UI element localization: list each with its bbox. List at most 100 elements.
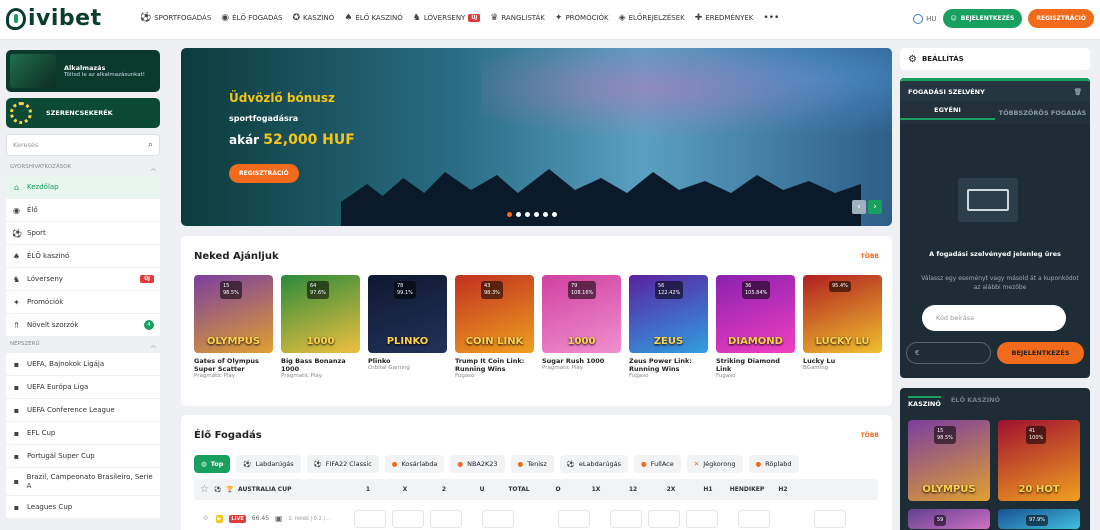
odd-button[interactable] <box>686 509 719 528</box>
hero-banner[interactable]: Üdvözlő bónusz sportfogadásra akár 52,00… <box>181 48 892 226</box>
sidebar-item[interactable]: ♞ Lóverseny ÚJ <box>6 268 160 291</box>
logo[interactable]: ivibet <box>6 6 102 31</box>
game-card[interactable]: 79 108.16% 1000 Sugar Rush 1000 Pragmatic Pl… <box>542 275 621 380</box>
sidebar-item-label: Portugál Super Cup <box>27 452 95 460</box>
sidebar-item[interactable]: ▪ Portugál Super Cup <box>6 445 160 468</box>
chevron-right-icon[interactable]: › <box>868 200 882 214</box>
sidebar-item[interactable]: ▪ EFL Cup <box>6 422 160 445</box>
odd-button[interactable] <box>738 509 771 528</box>
popular-header[interactable]: NÉPSZERŰ ︿ <box>6 337 160 353</box>
nav-item-2[interactable]: ✪ KASZINÓ <box>292 13 334 23</box>
sidebar-item[interactable]: ◉ Élő <box>6 199 160 222</box>
live-badge-icon: LIVE <box>229 514 246 523</box>
nav-item-5[interactable]: ♛ RANGLISTÁK <box>490 13 545 23</box>
chevron-left-icon[interactable]: ‹ <box>852 200 866 214</box>
sidebar-item[interactable]: ⇑ Növelt szorzók 4 <box>6 314 160 337</box>
game-card[interactable]: 43 98.3% COIN LINK Trump It Coin Link: Runn… <box>455 275 534 380</box>
nav-item-0[interactable]: ⚽ SPORTFOGADÁS <box>140 13 211 23</box>
live-more-link[interactable]: TÖBB <box>861 432 879 439</box>
sport-pill-label: Jégkorong <box>703 460 736 468</box>
tab-single[interactable]: EGYÉNI <box>900 106 995 120</box>
tab-live-casino[interactable]: ÉLŐ KASZINÓ <box>951 396 1000 408</box>
betslip-login-button[interactable]: BEJELENTKEZÉS <box>997 342 1084 364</box>
odd-button[interactable] <box>558 509 591 528</box>
sport-pill[interactable]: ◍ Top <box>194 455 231 473</box>
rtp-value: 98.5% <box>937 435 953 441</box>
carousel-dot[interactable] <box>534 212 539 217</box>
nav-item-6[interactable]: ✦ PROMÓCIÓK <box>555 13 609 23</box>
game-card[interactable]: 95.4% LUCKY LU Lucky Lu BGaming <box>803 275 882 380</box>
odd-button[interactable] <box>814 509 847 528</box>
game-card[interactable]: 56 122.42% ZEUS Zeus Power Link: Running Wi… <box>629 275 708 380</box>
nav-item-7[interactable]: ◈ ELŐREJELZÉSEK <box>619 13 685 23</box>
quick-links-header[interactable]: GYORSHIVATKOZÁSOK ︿ <box>6 160 160 176</box>
pin-icon[interactable]: ✧ <box>202 514 210 524</box>
coupon-code-input[interactable]: Kód beírása <box>922 305 1066 331</box>
carousel-dot[interactable] <box>507 212 512 217</box>
odd-button[interactable] <box>482 509 515 528</box>
login-button[interactable]: ☺ BEJELENTKEZÉS <box>942 9 1023 28</box>
sidebar-item[interactable]: ▪ UEFA Európa Liga <box>6 376 160 399</box>
sport-pill[interactable]: ⚽ Labdarúgás <box>236 455 301 473</box>
nav-item-4[interactable]: ♞ LÓVERSENY ÚJ <box>413 13 481 23</box>
sport-pill-label: Röplabd <box>765 460 792 468</box>
tab-casino[interactable]: KASZINÓ <box>908 396 941 408</box>
settings-bar[interactable]: ⚙ BEÁLLÍTÁS <box>900 48 1090 70</box>
casino-game-tile[interactable]: 97.9% <box>998 509 1080 529</box>
trash-icon[interactable]: 🗑 <box>1074 88 1082 96</box>
banner-register-button[interactable]: REGISZTRÁCIÓ <box>229 164 299 183</box>
casino-game-tile[interactable]: 59 <box>908 509 990 529</box>
sidebar-item[interactable]: ▪ Brazil, Campeonato Brasileiro, Serie A <box>6 468 160 496</box>
app-promo-card[interactable]: Alkalmazás Töltsd le az alkalmazásunkat! <box>6 50 160 92</box>
sidebar-item[interactable]: ♠ ÉLŐ kaszinó <box>6 245 160 268</box>
nav-item-8[interactable]: ✚ EREDMÉNYEK <box>695 13 754 23</box>
game-provider: Fugaso <box>716 373 736 379</box>
casino-game-tile[interactable]: 41 100% 20 HOT <box>998 420 1080 501</box>
sport-pill[interactable]: ✕ Jégkorong <box>686 455 743 473</box>
fortune-wheel-card[interactable]: SZERENCSEKERÉK <box>6 98 160 128</box>
popular-list: ▪ UEFA, Bajnokok Ligája ▪ UEFA Európa Liga ▪… <box>6 353 160 519</box>
sidebar-item[interactable]: ▪ UEFA Conference League <box>6 399 160 422</box>
new-badge: ÚJ <box>468 14 481 22</box>
odd-button[interactable] <box>430 509 463 528</box>
odd-button[interactable] <box>648 509 681 528</box>
stake-input[interactable]: € <box>906 342 991 364</box>
game-card[interactable]: 64 97.6% 1000 Big Bass Bonanza 1000 Pragmati… <box>281 275 360 380</box>
sidebar-item[interactable]: ⌂ Kezdőlap <box>6 176 160 199</box>
sidebar-item[interactable]: ▪ UEFA, Bajnokok Ligája <box>6 353 160 376</box>
sidebar-item[interactable]: ▪ Leagues Cup <box>6 496 160 519</box>
odds-column-header: H2 <box>778 486 788 493</box>
recommended-more-link[interactable]: TÖBB <box>861 253 879 260</box>
star-icon[interactable]: ☆ <box>200 484 209 495</box>
odd-button[interactable] <box>392 509 425 528</box>
sidebar-item[interactable]: ✦ Promóciók <box>6 291 160 314</box>
match-row[interactable]: ✧ ▶ LIVE 66:45 ▣ 2. félidő | 0:2 (... <box>194 507 878 530</box>
sport-pill[interactable]: ● FullAce <box>634 455 681 473</box>
sidebar-search[interactable]: Keresés ⌕ <box>6 134 160 156</box>
nav-item-3[interactable]: ♠ ÉLŐ KASZINÓ <box>344 13 402 23</box>
sport-pill[interactable]: ● Kosárlabda <box>384 455 445 473</box>
carousel-dot[interactable] <box>525 212 530 217</box>
odd-button[interactable] <box>610 509 643 528</box>
language-selector[interactable]: HU <box>913 13 937 24</box>
carousel-dot[interactable] <box>516 212 521 217</box>
game-card[interactable]: 15 98.5% OLYMPUS Gates of Olympus Super Sca… <box>194 275 273 380</box>
sport-pill[interactable]: ● Röplabd <box>748 455 799 473</box>
carousel-dot[interactable] <box>543 212 548 217</box>
game-card[interactable]: 36 105.84% DIAMOND Striking Diamond Link Fug… <box>716 275 795 380</box>
sport-pill[interactable]: ● Tenisz <box>510 455 554 473</box>
odd-button[interactable] <box>354 509 387 528</box>
odds-column-header: X <box>402 486 408 493</box>
nav-item-1[interactable]: ◉ ÉLŐ FOGADÁS <box>221 13 282 23</box>
tab-multiple[interactable]: TÖBBSZÖRÖS FOGADÁS <box>995 109 1090 117</box>
sport-pill[interactable]: ● NBA2K23 <box>450 455 505 473</box>
carousel-dot[interactable] <box>552 212 557 217</box>
game-art-text: 1000 <box>306 336 335 347</box>
sport-pill[interactable]: ⚽ eLabdarúgás <box>559 455 629 473</box>
casino-game-tile[interactable]: 15 98.5% OLYMPUS <box>908 420 990 501</box>
sidebar-item[interactable]: ⚽ Sport <box>6 222 160 245</box>
register-button[interactable]: REGISZTRÁCIÓ <box>1028 9 1094 28</box>
more-menu-icon[interactable]: ••• <box>763 13 779 23</box>
game-card[interactable]: 78 99.1% PLINKO Plinko Orbital Gaming <box>368 275 447 380</box>
sport-pill[interactable]: ⚽ FIFA22 Classic <box>306 455 379 473</box>
